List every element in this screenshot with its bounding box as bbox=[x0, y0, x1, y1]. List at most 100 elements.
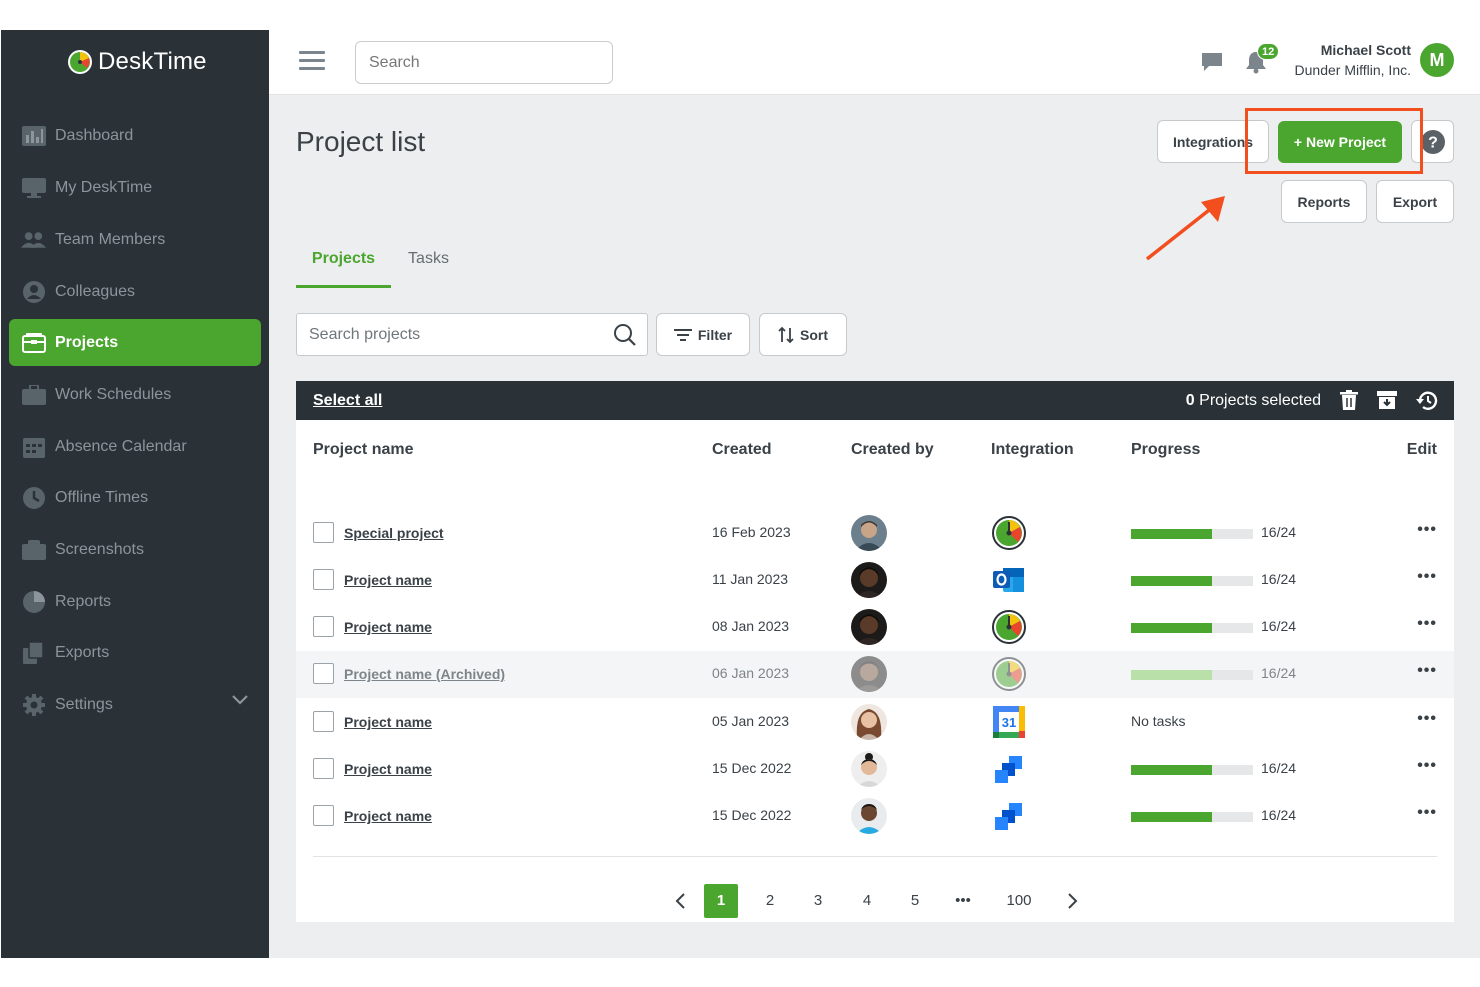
clock-icon bbox=[21, 486, 46, 509]
table-row[interactable]: Project name 11 Jan 2023 16/24 ••• bbox=[296, 557, 1454, 604]
more-options-icon[interactable]: ••• bbox=[1417, 568, 1437, 586]
progress-value: 16/24 bbox=[1261, 807, 1297, 823]
menu-icon[interactable] bbox=[299, 51, 325, 73]
page-1[interactable]: 1 bbox=[704, 884, 738, 918]
sidebar-item-colleagues[interactable]: Colleagues bbox=[9, 268, 261, 315]
row-checkbox[interactable] bbox=[313, 663, 334, 684]
table-row[interactable]: Special project 16 Feb 2023 16/24 ••• bbox=[296, 510, 1454, 557]
sidebar-item-team-members[interactable]: Team Members bbox=[9, 216, 261, 263]
integrations-button[interactable]: Integrations bbox=[1157, 120, 1269, 163]
sidebar-item-reports[interactable]: Reports bbox=[9, 578, 261, 625]
avatar bbox=[851, 798, 887, 834]
more-options-icon[interactable]: ••• bbox=[1417, 710, 1437, 728]
help-button[interactable]: ? bbox=[1411, 120, 1454, 163]
logo[interactable]: DeskTime bbox=[67, 48, 207, 76]
progress-value: 16/24 bbox=[1261, 760, 1297, 776]
project-name-link[interactable]: Project name bbox=[344, 761, 432, 777]
table-row[interactable]: Project name 15 Dec 2022 16/24 ••• bbox=[296, 793, 1454, 840]
created-date: 11 Jan 2023 bbox=[712, 571, 789, 587]
chat-icon[interactable] bbox=[1201, 52, 1223, 77]
sidebar-item-label: Exports bbox=[55, 643, 110, 661]
reports-button[interactable]: Reports bbox=[1281, 180, 1367, 223]
sidebar-item-label: Reports bbox=[55, 592, 112, 610]
sidebar-item-absence-calendar[interactable]: Absence Calendar bbox=[9, 423, 261, 470]
more-options-icon[interactable]: ••• bbox=[1417, 804, 1437, 822]
table-row[interactable]: Project name 05 Jan 2023 31 No tasks ••• bbox=[296, 699, 1454, 746]
column-header-project-name[interactable]: Project name bbox=[313, 441, 413, 459]
new-project-button[interactable]: + New Project bbox=[1278, 121, 1402, 163]
table-row[interactable]: Project name (Archived) 06 Jan 2023 16/2… bbox=[296, 651, 1454, 698]
column-header-integration[interactable]: Integration bbox=[991, 441, 1074, 459]
table-row[interactable]: Project name 08 Jan 2023 16/24 ••• bbox=[296, 604, 1454, 651]
avatar bbox=[851, 656, 887, 692]
page-5[interactable]: 5 bbox=[898, 884, 932, 918]
sidebar-item-offline-times[interactable]: Offline Times bbox=[9, 474, 261, 521]
page-100[interactable]: 100 bbox=[1000, 884, 1038, 918]
more-options-icon[interactable]: ••• bbox=[1417, 521, 1437, 539]
progress-bar bbox=[1131, 623, 1253, 633]
progress-bar bbox=[1131, 812, 1253, 822]
tab-projects[interactable]: Projects bbox=[296, 250, 391, 288]
folder-icon bbox=[21, 332, 46, 354]
row-checkbox[interactable] bbox=[313, 522, 334, 543]
row-checkbox[interactable] bbox=[313, 758, 334, 779]
search-icon[interactable] bbox=[613, 323, 637, 352]
desktime-logo-icon bbox=[68, 50, 92, 74]
user-name[interactable]: Michael Scott bbox=[1321, 42, 1411, 58]
avatar bbox=[851, 515, 887, 551]
sidebar-item-screenshots[interactable]: Screenshots bbox=[9, 526, 261, 573]
column-header-progress[interactable]: Progress bbox=[1131, 441, 1200, 459]
sidebar-item-label: Team Members bbox=[55, 230, 166, 248]
column-header-created-by[interactable]: Created by bbox=[851, 441, 934, 459]
global-search-input[interactable] bbox=[355, 41, 613, 84]
select-all-link[interactable]: Select all bbox=[313, 392, 382, 410]
sort-button[interactable]: Sort bbox=[759, 313, 847, 356]
svg-text:31: 31 bbox=[1002, 715, 1016, 730]
sidebar-item-work-schedules[interactable]: Work Schedules bbox=[9, 371, 261, 418]
project-name-link[interactable]: Project name bbox=[344, 619, 432, 635]
selected-count-number: 0 bbox=[1185, 392, 1195, 409]
table-row[interactable]: Project name 15 Dec 2022 16/24 ••• bbox=[296, 746, 1454, 793]
sidebar-item-label: Projects bbox=[55, 333, 119, 351]
project-name-link[interactable]: Special project bbox=[344, 525, 444, 541]
sort-label: Sort bbox=[800, 326, 828, 343]
more-options-icon[interactable]: ••• bbox=[1417, 757, 1437, 775]
row-checkbox[interactable] bbox=[313, 616, 334, 637]
avatar bbox=[851, 751, 887, 787]
more-options-icon[interactable]: ••• bbox=[1417, 662, 1437, 680]
trash-icon[interactable] bbox=[1340, 390, 1358, 415]
archive-icon[interactable] bbox=[1377, 390, 1397, 415]
selected-count: 0 Projects selected bbox=[1186, 392, 1321, 410]
export-button[interactable]: Export bbox=[1376, 180, 1454, 223]
search-input[interactable] bbox=[297, 314, 597, 355]
page-3[interactable]: 3 bbox=[801, 884, 835, 918]
projects-table: Select all 0 Projects selected Project n… bbox=[296, 381, 1454, 922]
page-title: Project list bbox=[296, 126, 426, 157]
project-name-link[interactable]: Project name (Archived) bbox=[344, 666, 505, 682]
page-2[interactable]: 2 bbox=[753, 884, 787, 918]
sidebar-item-my-desktime[interactable]: My DeskTime bbox=[9, 164, 261, 211]
project-name-link[interactable]: Project name bbox=[344, 572, 432, 588]
row-checkbox[interactable] bbox=[313, 711, 334, 732]
avatar[interactable]: M bbox=[1420, 43, 1454, 77]
row-checkbox[interactable] bbox=[313, 569, 334, 590]
column-header-created[interactable]: Created bbox=[712, 441, 772, 459]
progress-bar bbox=[1131, 765, 1253, 775]
restore-history-icon[interactable] bbox=[1416, 390, 1438, 417]
tab-tasks[interactable]: Tasks bbox=[396, 250, 461, 288]
next-page-icon[interactable] bbox=[1056, 884, 1090, 918]
person-icon bbox=[21, 280, 46, 303]
filter-button[interactable]: Filter bbox=[656, 313, 750, 356]
previous-page-icon[interactable] bbox=[663, 884, 697, 918]
sidebar-item-projects[interactable]: Projects bbox=[9, 319, 261, 366]
sidebar-item-settings[interactable]: Settings bbox=[9, 681, 261, 728]
row-checkbox[interactable] bbox=[313, 805, 334, 826]
sidebar-item-exports[interactable]: Exports bbox=[9, 629, 261, 676]
project-name-link[interactable]: Project name bbox=[344, 714, 432, 730]
sidebar-item-dashboard[interactable]: Dashboard bbox=[9, 112, 261, 159]
project-name-link[interactable]: Project name bbox=[344, 808, 432, 824]
sidebar-item-label: Settings bbox=[55, 695, 113, 713]
more-options-icon[interactable]: ••• bbox=[1417, 615, 1437, 633]
page-4[interactable]: 4 bbox=[850, 884, 884, 918]
chevron-down-icon[interactable] bbox=[231, 693, 249, 711]
